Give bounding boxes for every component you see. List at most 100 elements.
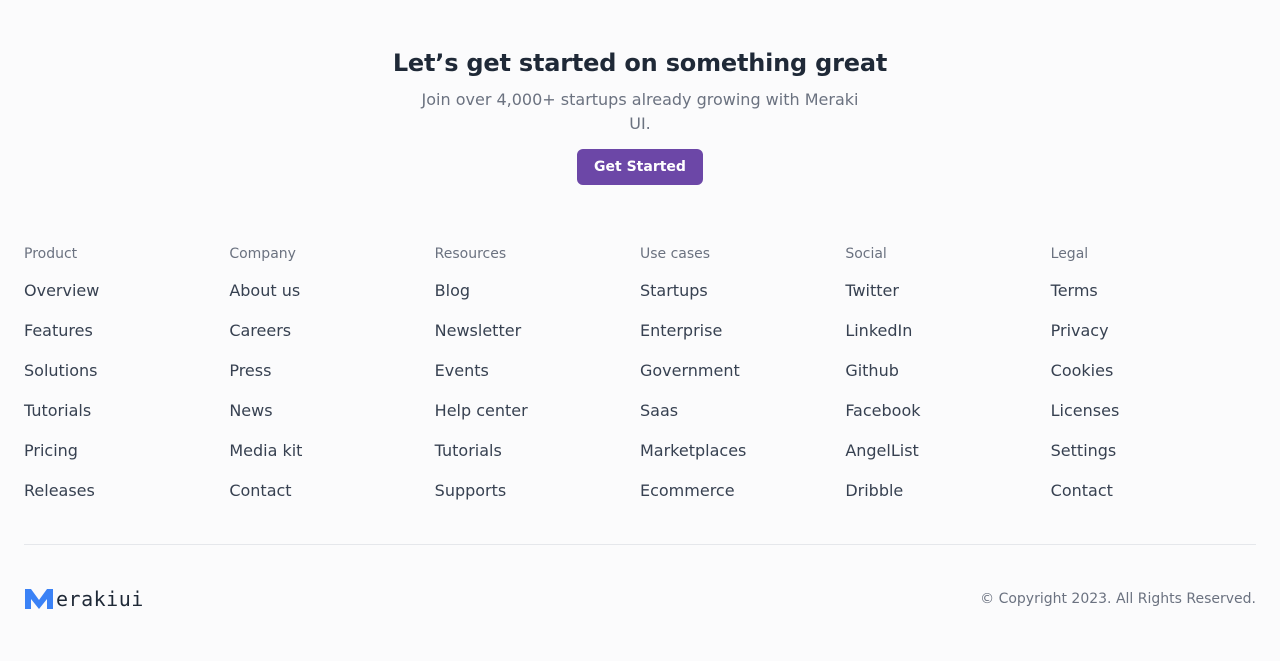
footer-column-use-cases: Use cases Startups Enterprise Government Saa…: [640, 244, 845, 521]
footer-link-item: Twitter: [845, 281, 1050, 321]
footer-link-news[interactable]: News: [229, 401, 272, 420]
footer-column-legal: Legal Terms Privacy Cookies Licenses Settings…: [1051, 244, 1256, 521]
footer-link-solutions[interactable]: Solutions: [24, 361, 98, 380]
footer-column-heading: Product: [24, 246, 78, 262]
footer-link-item: Press: [229, 361, 434, 401]
footer-link-item: Help center: [435, 401, 640, 441]
footer-link-item: Releases: [24, 481, 229, 521]
footer-column-company: Company About us Careers Press News Media kit…: [229, 244, 434, 521]
footer-divider: [24, 544, 1256, 545]
footer-link-list: Twitter LinkedIn Github Facebook AngelList Dr…: [845, 281, 1050, 521]
footer-column-social: Social Twitter LinkedIn Github Facebook Angel…: [845, 244, 1050, 521]
footer-link-list: About us Careers Press News Media kit Contact: [229, 281, 434, 521]
footer-link-item: Cookies: [1051, 361, 1256, 401]
copyright-text: © Copyright 2023. All Rights Reserved.: [980, 591, 1256, 607]
footer-link-item: Dribble: [845, 481, 1050, 521]
footer-link-item: Ecommerce: [640, 481, 845, 521]
footer-link-careers[interactable]: Careers: [229, 321, 291, 340]
footer-link-item: Tutorials: [435, 441, 640, 481]
footer-link-government[interactable]: Government: [640, 361, 740, 380]
meraki-m-logo-icon: [25, 589, 53, 609]
footer-column-heading: Company: [229, 246, 296, 262]
footer-link-item: Events: [435, 361, 640, 401]
footer-link-linkedin[interactable]: LinkedIn: [845, 321, 912, 340]
footer-link-twitter[interactable]: Twitter: [845, 281, 899, 300]
footer-link-terms[interactable]: Terms: [1051, 281, 1098, 300]
footer-link-releases[interactable]: Releases: [24, 481, 95, 500]
footer-link-item: Contact: [1051, 481, 1256, 521]
footer-link-item: Facebook: [845, 401, 1050, 441]
footer-link-tutorials[interactable]: Tutorials: [24, 401, 91, 420]
footer-link-item: Overview: [24, 281, 229, 321]
footer-link-help-center[interactable]: Help center: [435, 401, 528, 420]
footer-link-columns: Product Overview Features Solutions Tutorial…: [24, 244, 1256, 521]
footer-link-ecommerce[interactable]: Ecommerce: [640, 481, 735, 500]
footer-link-item: About us: [229, 281, 434, 321]
footer-link-item: News: [229, 401, 434, 441]
footer-link-item: Settings: [1051, 441, 1256, 481]
cta-section: Let’s get started on something great Joi…: [0, 44, 1280, 185]
footer-link-marketplaces[interactable]: Marketplaces: [640, 441, 746, 460]
footer-link-overview[interactable]: Overview: [24, 281, 99, 300]
footer-link-tutorials[interactable]: Tutorials: [435, 441, 502, 460]
footer-link-item: Github: [845, 361, 1050, 401]
cta-subtitle: Join over 4,000+ startups already growin…: [421, 90, 859, 133]
footer-link-github[interactable]: Github: [845, 361, 899, 380]
footer-link-licenses[interactable]: Licenses: [1051, 401, 1120, 420]
footer-link-blog[interactable]: Blog: [435, 281, 470, 300]
footer-link-item: Government: [640, 361, 845, 401]
footer-link-contact[interactable]: Contact: [229, 481, 291, 500]
footer-link-contact[interactable]: Contact: [1051, 481, 1113, 500]
footer-link-item: Blog: [435, 281, 640, 321]
footer-link-pricing[interactable]: Pricing: [24, 441, 78, 460]
footer-column-heading: Use cases: [639, 246, 711, 262]
footer-link-item: Enterprise: [640, 321, 845, 361]
footer-link-privacy[interactable]: Privacy: [1051, 321, 1109, 340]
footer-link-item: Newsletter: [435, 321, 640, 361]
footer-link-list: Overview Features Solutions Tutorials Pricin…: [24, 281, 229, 521]
footer-link-item: Tutorials: [24, 401, 229, 441]
footer-link-settings[interactable]: Settings: [1051, 441, 1117, 460]
footer-link-item: LinkedIn: [845, 321, 1050, 361]
footer-link-facebook[interactable]: Facebook: [845, 401, 920, 420]
footer-link-item: Pricing: [24, 441, 229, 481]
footer-link-item: Careers: [229, 321, 434, 361]
footer-link-events[interactable]: Events: [435, 361, 489, 380]
cta-title: Let’s get started on something great: [392, 49, 888, 77]
footer-link-angellist[interactable]: AngelList: [845, 441, 919, 460]
footer-link-startups[interactable]: Startups: [640, 281, 708, 300]
footer-link-item: Licenses: [1051, 401, 1256, 441]
footer-link-item: Media kit: [229, 441, 434, 481]
footer-link-enterprise[interactable]: Enterprise: [640, 321, 722, 340]
footer-link-press[interactable]: Press: [229, 361, 271, 380]
footer-column-heading: Social: [845, 246, 887, 262]
footer-bottom-bar: erakiui © Copyright 2023. All Rights Res…: [24, 586, 1256, 612]
footer-link-item: Saas: [640, 401, 845, 441]
footer-link-item: Terms: [1051, 281, 1256, 321]
footer-link-item: Features: [24, 321, 229, 361]
footer-link-supports[interactable]: Supports: [435, 481, 507, 500]
footer-link-item: Marketplaces: [640, 441, 845, 481]
footer-link-item: Contact: [229, 481, 434, 521]
footer-link-features[interactable]: Features: [24, 321, 93, 340]
footer-link-newsletter[interactable]: Newsletter: [435, 321, 522, 340]
footer-link-item: Privacy: [1051, 321, 1256, 361]
footer-column-heading: Resources: [434, 246, 507, 262]
footer-link-list: Blog Newsletter Events Help center Tutorials…: [435, 281, 640, 521]
get-started-button[interactable]: Get Started: [577, 149, 703, 185]
logo-wordmark: erakiui: [56, 587, 144, 611]
footer-link-item: Solutions: [24, 361, 229, 401]
footer-column-product: Product Overview Features Solutions Tutorial…: [24, 244, 229, 521]
footer-link-about-us[interactable]: About us: [229, 281, 300, 300]
footer-link-media-kit[interactable]: Media kit: [229, 441, 302, 460]
footer-link-dribble[interactable]: Dribble: [845, 481, 903, 500]
footer-page: Let’s get started on something great Joi…: [0, 0, 1280, 661]
footer-link-item: Startups: [640, 281, 845, 321]
footer-link-saas[interactable]: Saas: [640, 401, 678, 420]
logo[interactable]: erakiui: [24, 588, 144, 610]
footer-link-item: Supports: [435, 481, 640, 521]
footer-link-cookies[interactable]: Cookies: [1051, 361, 1114, 380]
footer-link-list: Terms Privacy Cookies Licenses Settings Conta…: [1051, 281, 1256, 521]
footer-column-resources: Resources Blog Newsletter Events Help center…: [435, 244, 640, 521]
footer-column-heading: Legal: [1050, 246, 1089, 262]
